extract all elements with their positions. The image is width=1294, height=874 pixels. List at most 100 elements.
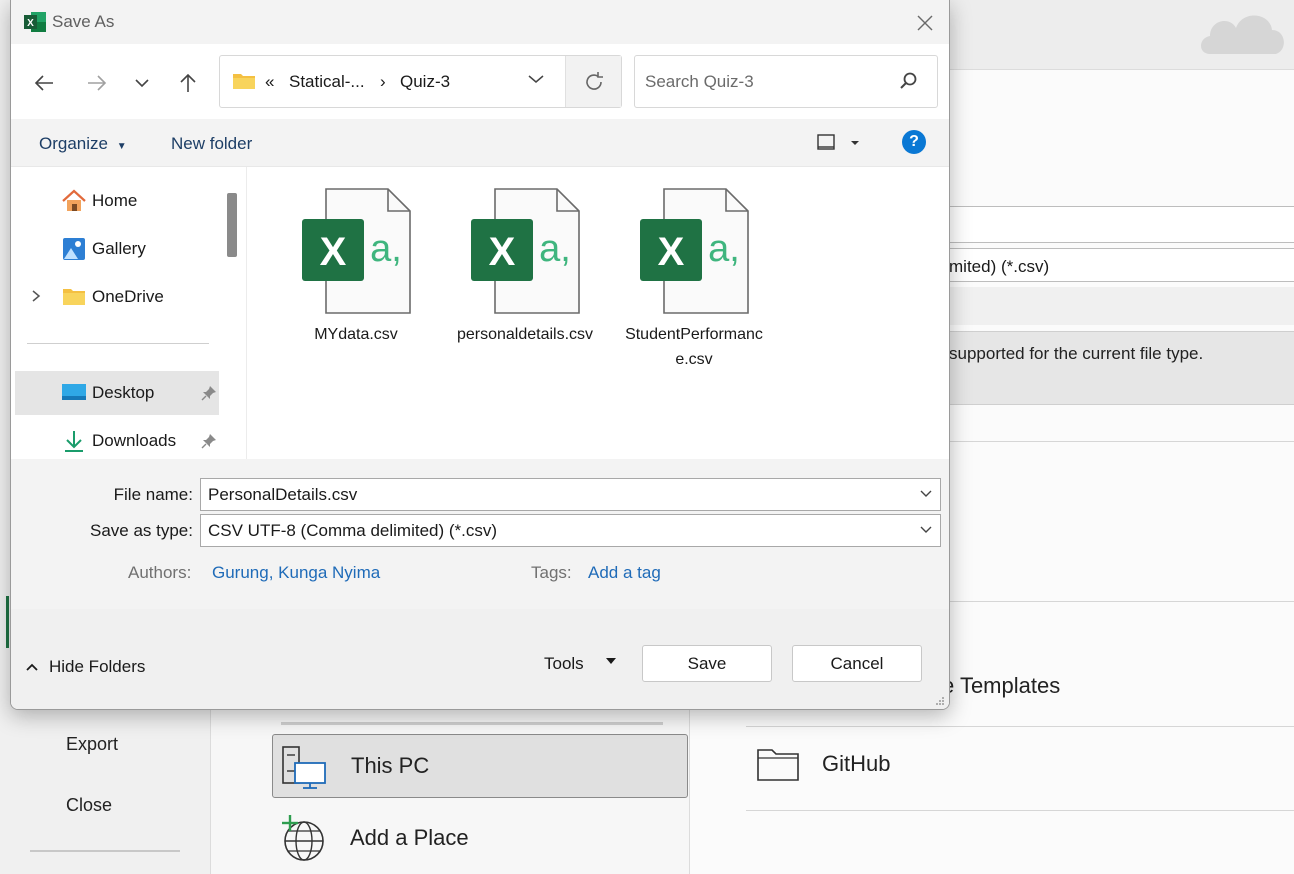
browser-area: Home Gallery OneDrive Desktop Downloads …: [11, 167, 949, 459]
address-dropdown-button[interactable]: [527, 68, 549, 92]
menu-separator: [30, 850, 180, 852]
save-as-type-select[interactable]: CSV UTF-8 (Comma delimited) (*.csv): [200, 514, 941, 547]
nav-label: OneDrive: [92, 287, 164, 306]
navigation-pane: Home Gallery OneDrive Desktop Downloads: [11, 167, 247, 459]
nav-item-onedrive[interactable]: OneDrive: [15, 275, 219, 319]
file-name-label: File name:: [113, 485, 193, 504]
new-folder-button[interactable]: New folder: [171, 134, 252, 154]
add-tag-link[interactable]: Add a tag: [588, 563, 661, 583]
excel-app-icon: X: [24, 12, 46, 32]
globe-add-icon: [280, 813, 340, 863]
back-button[interactable]: [27, 66, 61, 100]
file-name: personaldetails.csv: [456, 326, 594, 343]
menu-export[interactable]: Export: [66, 734, 118, 755]
divider: [948, 601, 1294, 602]
breadcrumb-statical[interactable]: Statical-...: [289, 72, 365, 92]
file-name-field[interactable]: [200, 478, 941, 511]
chevron-down-icon[interactable]: [920, 485, 932, 501]
selected-menu-indicator: [6, 596, 9, 648]
file-name-input[interactable]: [208, 485, 888, 505]
view-options-button[interactable]: [816, 132, 866, 156]
svg-text:a,: a,: [370, 228, 402, 270]
nav-label: Gallery: [92, 239, 146, 258]
nav-scrollbar-thumb[interactable]: [227, 193, 237, 257]
breadcrumb-quiz-3[interactable]: Quiz-3: [400, 72, 450, 92]
compatibility-note: supported for the current file type.: [948, 331, 1294, 405]
save-as-dialog: X Save As « Statical-... › Quiz-3 Search…: [10, 0, 950, 710]
up-button[interactable]: [171, 66, 205, 100]
svg-text:X: X: [489, 230, 516, 274]
cancel-button[interactable]: Cancel: [792, 645, 922, 682]
recent-locations-button[interactable]: [125, 66, 159, 100]
address-bar[interactable]: « Statical-... › Quiz-3: [219, 55, 622, 108]
dialog-titlebar[interactable]: X Save As: [11, 0, 949, 44]
place-add-a-place[interactable]: Add a Place: [272, 806, 688, 870]
menu-close[interactable]: Close: [66, 795, 112, 816]
navigation-bar: « Statical-... › Quiz-3: [11, 44, 949, 119]
nav-item-downloads[interactable]: Downloads: [15, 419, 219, 463]
nav-item-desktop[interactable]: Desktop: [15, 371, 219, 415]
file-name: MYdata.csv: [314, 326, 398, 343]
file-item[interactable]: X a, personaldetails.csv: [450, 187, 600, 347]
close-icon: [917, 15, 933, 31]
hide-folders-label: Hide Folders: [49, 657, 146, 676]
home-icon: [61, 188, 87, 214]
arrow-right-icon: [88, 75, 107, 91]
organize-button[interactable]: Organize ▼: [39, 134, 127, 154]
pin-icon[interactable]: [201, 433, 217, 449]
arrow-up-icon: [180, 73, 196, 92]
authors-label: Authors:: [128, 563, 192, 582]
authors-value[interactable]: Gurung, Kunga Nyima: [212, 563, 380, 583]
caret-down-icon: ▼: [116, 141, 127, 152]
tags-label: Tags:: [531, 563, 572, 582]
dialog-footer: Hide Folders Tools Save Cancel: [11, 609, 949, 709]
csv-file-icon: X a,: [300, 187, 412, 315]
search-input[interactable]: [645, 70, 885, 94]
dialog-title: Save As: [52, 12, 115, 31]
breadcrumb-overflow[interactable]: «: [265, 72, 274, 92]
filename-field-partial[interactable]: [948, 206, 1294, 243]
this-pc-icon: [281, 741, 341, 791]
tools-button[interactable]: Tools: [544, 654, 616, 674]
place-this-pc[interactable]: This PC: [272, 734, 688, 798]
search-box[interactable]: [634, 55, 938, 108]
chevron-down-icon[interactable]: [920, 521, 932, 537]
file-item[interactable]: X a, MYdata.csv: [281, 187, 431, 347]
refresh-button[interactable]: [565, 56, 621, 107]
templates-partial-label[interactable]: e Templates: [942, 673, 1060, 699]
divider: [948, 441, 1294, 442]
csv-file-icon: X a,: [469, 187, 581, 315]
nav-item-gallery[interactable]: Gallery: [15, 227, 219, 271]
folder-github[interactable]: GitHub: [756, 746, 890, 782]
file-item[interactable]: X a, StudentPerformance.csv: [619, 187, 769, 372]
options-strip: [948, 287, 1294, 325]
pin-icon[interactable]: [201, 385, 217, 401]
search-icon[interactable]: [899, 71, 919, 91]
github-label: GitHub: [822, 751, 891, 776]
svg-text:X: X: [27, 18, 34, 29]
svg-text:X: X: [320, 230, 347, 274]
file-name: StudentPerformance.csv: [625, 326, 763, 368]
save-as-type-value: CSV UTF-8 (Comma delimited) (*.csv): [208, 521, 498, 540]
chevron-right-icon[interactable]: [31, 289, 41, 306]
hide-folders-button[interactable]: Hide Folders: [25, 657, 145, 677]
csv-file-icon: X a,: [638, 187, 750, 315]
forward-button[interactable]: [80, 66, 114, 100]
save-button[interactable]: Save: [642, 645, 772, 682]
breadcrumb-separator: ›: [380, 72, 386, 91]
close-button[interactable]: [911, 9, 939, 37]
cloud-decoration-icon: [1201, 15, 1284, 54]
filetype-field-partial[interactable]: mited) (*.csv): [948, 248, 1294, 282]
nav-label: Downloads: [92, 431, 177, 450]
nav-item-home[interactable]: Home: [15, 179, 219, 223]
chevron-up-icon: [26, 663, 38, 671]
caret-down-icon: [606, 658, 616, 664]
folder-icon: [61, 284, 87, 310]
divider: [746, 810, 1294, 811]
refresh-icon: [585, 71, 603, 90]
organize-label: Organize: [39, 134, 108, 153]
resize-grip-icon[interactable]: [935, 696, 945, 706]
help-button[interactable]: ?: [902, 130, 926, 154]
nav-separator: [27, 343, 209, 344]
divider: [746, 726, 1294, 727]
